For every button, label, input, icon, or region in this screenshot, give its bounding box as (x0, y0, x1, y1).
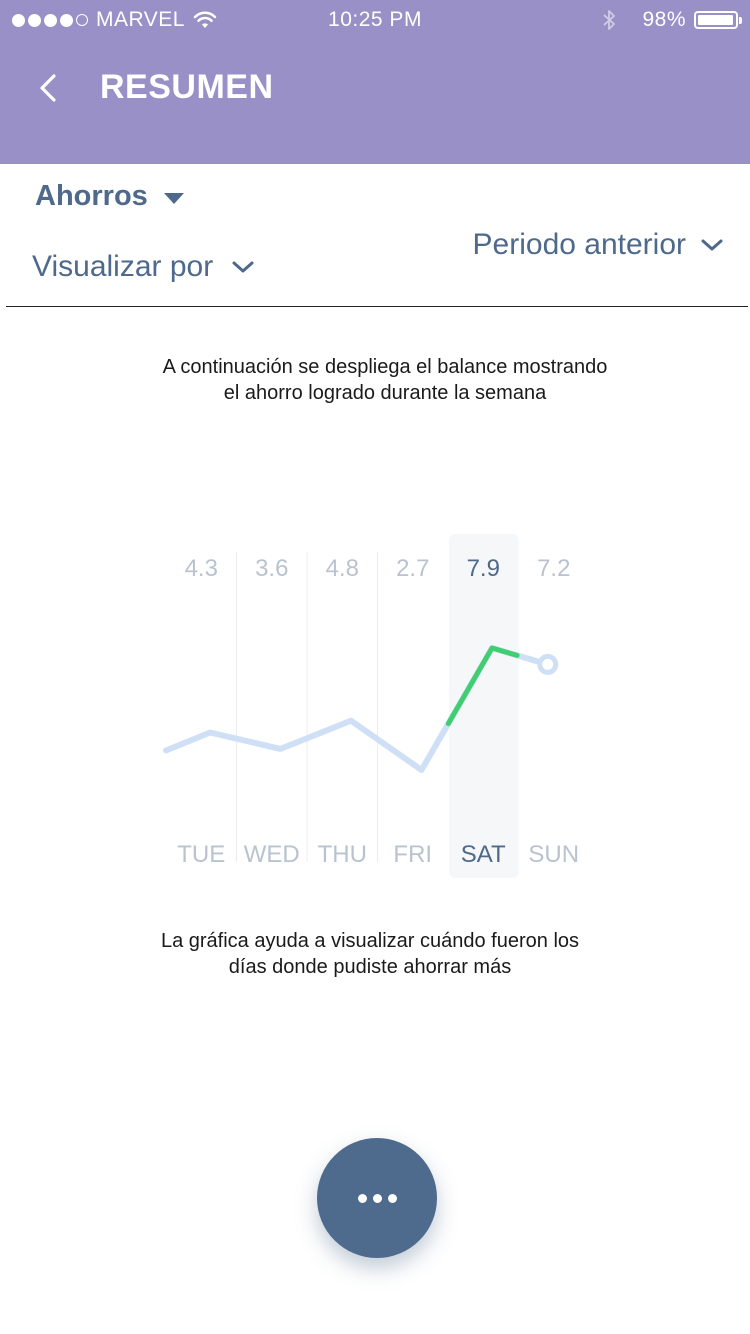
value-label: 7.9 (467, 555, 500, 582)
status-bar: MARVEL 10:25 PM 98% (0, 0, 750, 40)
value-label: 2.7 (396, 555, 429, 582)
status-right: 98% (602, 8, 742, 32)
day-label[interactable]: SAT (461, 841, 506, 868)
more-horizontal-icon-dot (387, 1193, 397, 1203)
more-button[interactable] (317, 1138, 437, 1258)
value-label: 3.6 (255, 555, 288, 582)
value-label: 7.2 (537, 555, 570, 582)
more-horizontal-icon-dot (357, 1193, 367, 1203)
view-by-dropdown[interactable]: Visualizar por (32, 250, 255, 284)
app-header: MARVEL 10:25 PM 98% RESUMEN (0, 0, 750, 164)
intro-line-2: el ahorro logrado durante la semana (223, 382, 547, 404)
battery-icon (694, 11, 742, 29)
intro-line-1: A continuación se despliega el balance m… (162, 356, 608, 378)
savings-chart: 4.3 TUE 3.6 WED 4.8 THU 2.7 FRI 7.9 SAT 7.2 SUN (0, 520, 750, 900)
day-label[interactable]: TUE (177, 841, 225, 868)
period-label: Periodo anterior (472, 228, 686, 261)
footer-text: La gráfica ayuda a visualizar cuándo fue… (0, 928, 740, 980)
footer-line-1: La gráfica ayuda a visualizar cuándo fue… (160, 930, 580, 952)
battery-fill (698, 15, 734, 25)
bluetooth-icon (603, 10, 616, 30)
intro-text: A continuación se despliega el balance m… (0, 354, 750, 406)
more-horizontal-icon-dot (372, 1193, 382, 1203)
period-dropdown[interactable]: Periodo anterior (473, 228, 724, 262)
value-label: 4.3 (185, 555, 218, 582)
page-title: RESUMEN (100, 68, 274, 106)
category-label: Ahorros (35, 180, 148, 212)
divider (6, 306, 748, 307)
view-by-label: Visualizar por (32, 250, 214, 283)
day-label[interactable]: SUN (528, 841, 579, 868)
value-label: 4.8 (326, 555, 359, 582)
chevron-left-icon[interactable] (34, 68, 64, 108)
day-label[interactable]: THU (318, 841, 367, 868)
footer-line-2: días donde pudiste ahorrar más (228, 956, 512, 978)
battery-percent: 98% (642, 8, 686, 31)
category-dropdown[interactable]: Ahorros (35, 180, 184, 213)
chevron-down-icon (232, 261, 254, 273)
end-point-marker (537, 653, 559, 675)
filter-controls: Ahorros Visualizar por Periodo anterior (0, 164, 750, 308)
nav-bar: RESUMEN (0, 62, 750, 118)
day-label[interactable]: FRI (393, 841, 432, 868)
day-label[interactable]: WED (244, 841, 300, 868)
savings-chart-svg: 4.3 TUE 3.6 WED 4.8 THU 2.7 FRI 7.9 SAT 7.2 SUN (163, 534, 579, 878)
caret-down-icon (163, 192, 184, 204)
chevron-down-icon (701, 239, 723, 251)
